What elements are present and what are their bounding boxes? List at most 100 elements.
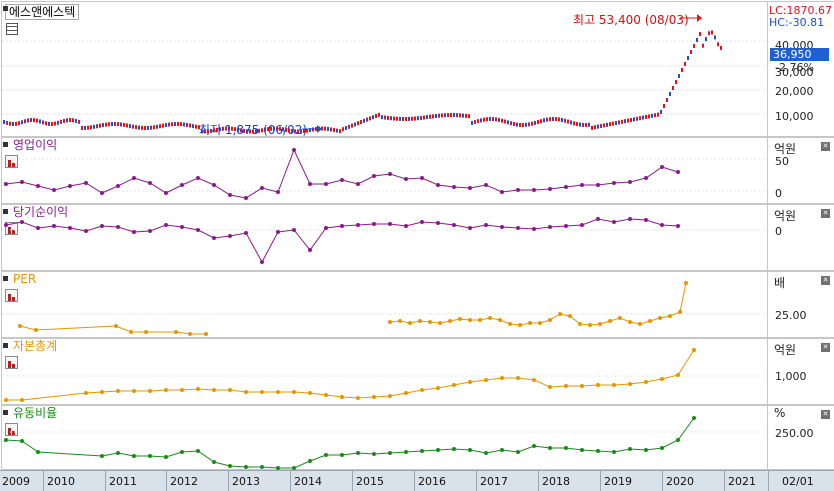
operating-profit-point [212,183,216,187]
price-candle [627,118,629,123]
price-candle [579,122,581,127]
price-candle [162,123,164,128]
low-arrow-head [317,125,322,133]
price-candle [654,113,656,118]
price-candle [594,125,596,130]
total-equity-point [420,388,424,392]
total-equity-point [468,380,472,384]
price-candle [294,129,296,134]
x-label-2018: 2018 [542,475,570,488]
x-axis: 2009 2010 2011 2012 2013 2014 2015 2016 … [0,470,834,491]
operating-profit-point [516,188,520,192]
operating-profit-point [404,177,408,181]
price-candle [453,113,455,118]
net-income-point [532,227,536,231]
price-candle [612,121,614,126]
x-sep [414,471,415,491]
price-candle [660,110,662,114]
x-sep [228,471,229,491]
total-equity-point [20,398,24,402]
price-candle [282,127,284,132]
price-candle [426,115,428,120]
current-ratio-point [148,454,152,458]
price-candle [372,115,374,120]
operating-profit-point [532,188,536,192]
price-candle [378,112,380,117]
price-candle [681,68,683,72]
per-r-point [488,316,492,320]
price-candle [510,121,512,126]
price-candle [549,117,551,122]
price-candle [498,117,500,122]
net-income-point [452,223,456,227]
price-candle [213,128,215,133]
net-income-point [212,236,216,240]
price-candle [195,124,197,129]
x-sep [538,471,539,491]
per-r-point [548,318,552,322]
price-candle [696,38,698,42]
per-line [19,325,206,335]
price-candle [687,56,689,60]
price-candle [369,116,371,121]
total-equity-point [628,382,632,386]
price-candle [129,124,131,129]
per-r-point [658,316,662,320]
operating-profit-point [244,196,248,200]
per-r-point [518,323,522,327]
total-equity-point [580,384,584,388]
price-candle [348,124,350,129]
per-r-point [558,312,562,316]
price-candle [345,126,347,130]
price-candle [609,122,611,127]
x-label-2016: 2016 [418,475,446,488]
price-candle [99,123,101,128]
x-label-2009: 2009 [2,475,30,488]
price-candle [84,125,86,130]
price-candle [9,121,11,126]
price-candle [240,128,242,133]
price-candle [417,116,419,121]
price-candle [243,128,245,133]
net-income-point [324,226,328,230]
price-candle [135,125,137,130]
price-candle [117,122,119,127]
operating-profit-point [564,185,568,189]
price-candle [507,120,509,125]
total-equity-point [644,380,648,384]
total-equity-point [436,386,440,390]
price-candle [123,122,125,127]
price-candle [513,122,515,127]
price-candle [381,115,383,120]
total-equity-point [180,388,184,392]
x-label-2021: 2021 [728,475,756,488]
price-candle [153,125,155,130]
current-ratio-point [484,451,488,455]
per-r-point [388,320,392,324]
net-income-point [420,220,424,224]
price-candle [390,116,392,121]
price-candle [165,123,167,128]
x-label-2012: 2012 [170,475,198,488]
price-candle [354,122,356,127]
price-candle [276,126,278,131]
x-label-date: 02/01 [782,475,814,488]
price-candle [408,116,410,121]
per-r-point [418,319,422,323]
price-candle [87,125,89,130]
x-label-2011: 2011 [109,475,137,488]
net-income-point [372,222,376,226]
net-income-point [148,229,152,233]
price-candle [492,117,494,122]
price-candle [630,118,632,122]
net-income-point [132,230,136,234]
price-candle [222,126,224,131]
net-income-point [260,260,264,264]
price-candle [468,114,470,119]
price-candle [435,113,437,118]
price-candle [141,125,143,130]
price-candle [291,128,293,133]
per-point [204,332,208,336]
price-candle [564,118,566,123]
price-candle [330,127,332,132]
